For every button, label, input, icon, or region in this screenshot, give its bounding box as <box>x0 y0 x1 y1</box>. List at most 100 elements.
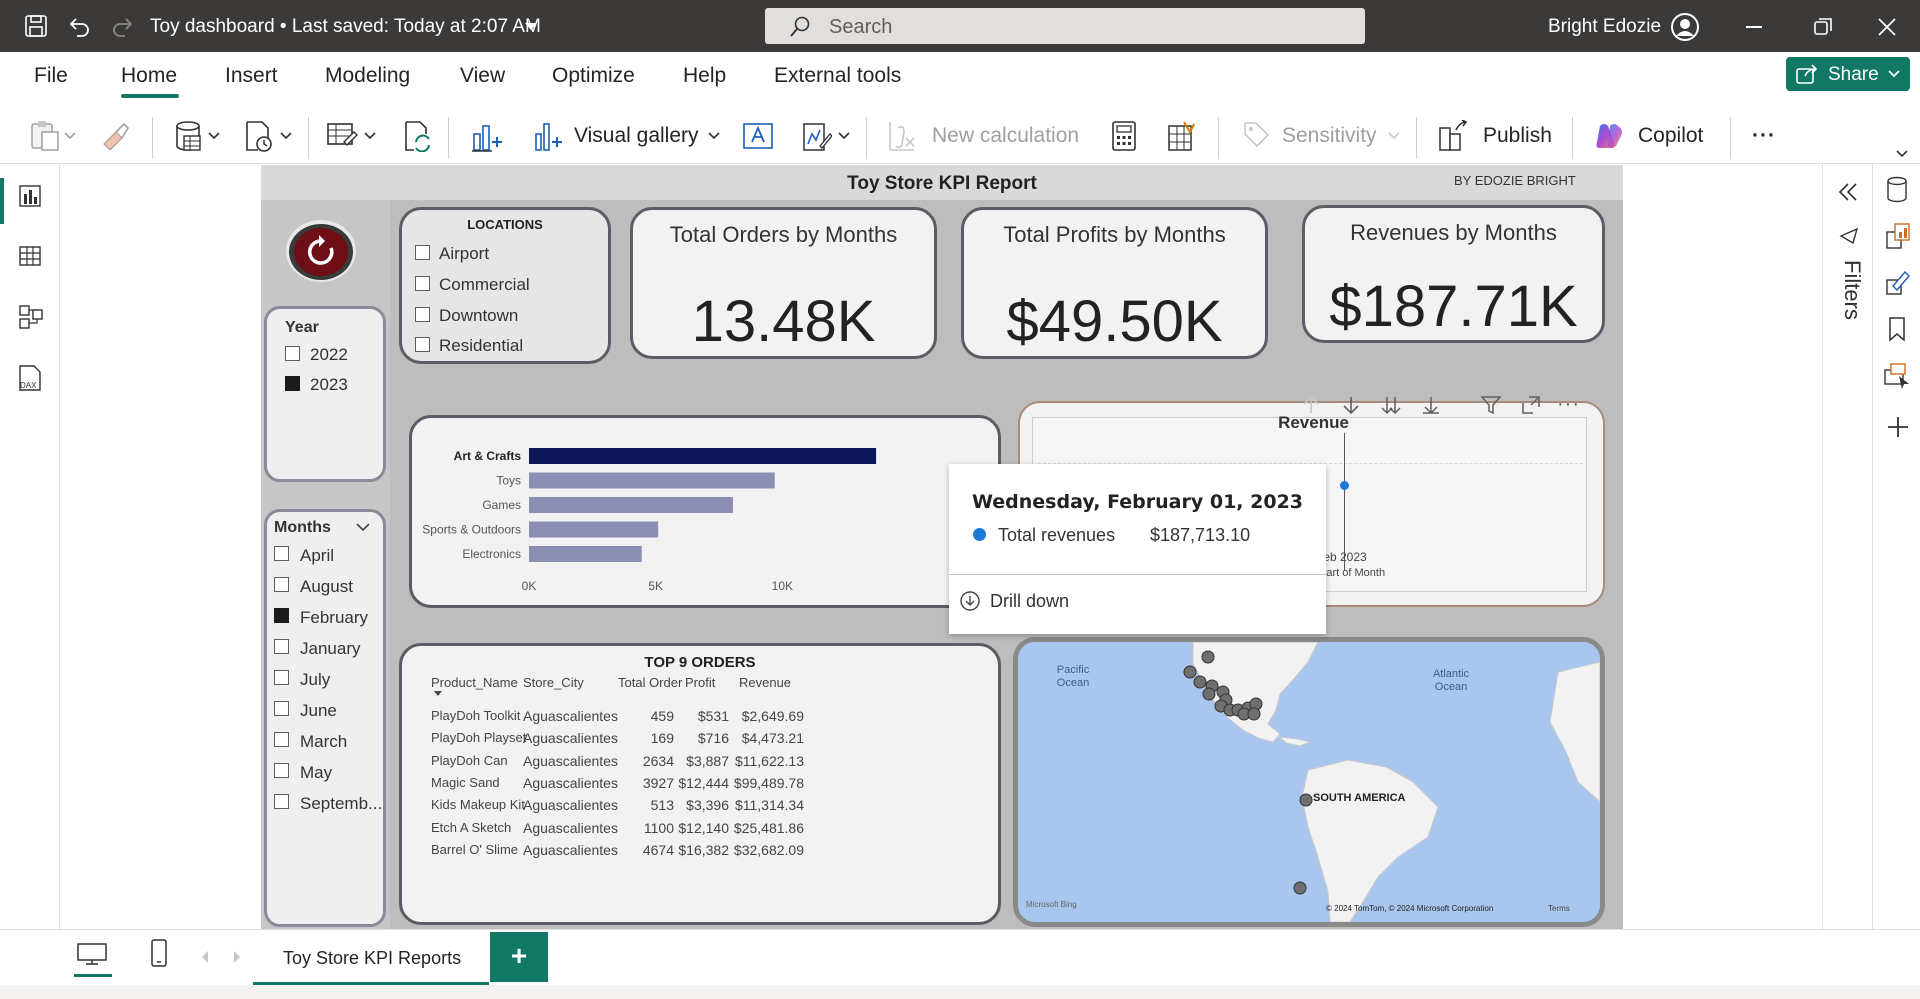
location-checkbox-residential[interactable] <box>415 337 430 352</box>
prev-page-icon[interactable] <box>200 950 210 964</box>
location-checkbox-commercial[interactable] <box>415 276 430 291</box>
new-visual-icon[interactable] <box>470 120 502 152</box>
chevron-down-icon[interactable] <box>838 132 850 140</box>
kpi-card-total-orders[interactable]: Total Orders by Months 13.48K <box>630 207 937 359</box>
bar[interactable] <box>529 448 877 464</box>
mobile-layout-icon[interactable] <box>150 938 168 968</box>
location-label[interactable]: Commercial <box>439 275 530 295</box>
chevron-down-icon[interactable] <box>280 132 292 140</box>
document-title[interactable]: Toy dashboard • Last saved: Today at 2:0… <box>150 16 541 38</box>
store-map[interactable]: Pacific Ocean Atlantic Ocean SOUTH AMERI… <box>1013 637 1605 927</box>
location-label[interactable]: Airport <box>439 244 489 264</box>
visual-gallery-icon[interactable] <box>532 120 562 152</box>
drill-down-button[interactable]: Drill down <box>990 591 1069 612</box>
publish-label[interactable]: Publish <box>1483 124 1552 148</box>
report-view-icon[interactable] <box>18 184 42 208</box>
data-pane-icon[interactable] <box>1885 176 1909 204</box>
bar[interactable] <box>529 546 642 562</box>
table-view-icon[interactable] <box>18 244 42 268</box>
month-label[interactable]: January <box>300 639 360 659</box>
month-label[interactable]: August <box>300 577 353 597</box>
menu-view[interactable]: View <box>460 64 505 88</box>
transform-data-icon[interactable] <box>326 120 358 150</box>
category-bar-chart[interactable]: Art & Crafts Toys Games Sports & Outdoors El… <box>409 415 1001 608</box>
desktop-layout-icon[interactable] <box>76 942 108 966</box>
month-checkbox-february[interactable] <box>274 608 289 623</box>
more-options-icon[interactable]: ··· <box>1557 393 1580 416</box>
close-icon[interactable] <box>1878 18 1896 36</box>
menu-modeling[interactable]: Modeling <box>325 64 410 88</box>
bar[interactable] <box>529 497 733 513</box>
column-header[interactable]: Total Order <box>618 675 682 690</box>
minimize-icon[interactable] <box>1746 26 1762 28</box>
column-header[interactable]: Store_City <box>523 675 584 690</box>
get-data-icon[interactable] <box>174 120 204 152</box>
publish-icon[interactable] <box>1438 120 1468 152</box>
bar[interactable] <box>529 521 659 538</box>
add-pane-icon[interactable] <box>1887 416 1909 438</box>
month-checkbox-may[interactable] <box>274 763 289 778</box>
chevron-down-icon[interactable] <box>356 523 370 532</box>
visual-gallery-label[interactable]: Visual gallery <box>574 124 699 148</box>
visualizations-pane-icon[interactable] <box>1885 222 1911 250</box>
year-label-2023[interactable]: 2023 <box>310 375 348 395</box>
column-header[interactable]: Product_Name <box>431 675 518 690</box>
copilot-label[interactable]: Copilot <box>1638 124 1703 148</box>
menu-help[interactable]: Help <box>683 64 726 88</box>
kpi-card-revenues[interactable]: Revenues by Months $187.71K <box>1302 205 1605 343</box>
bookmarks-pane-icon[interactable] <box>1887 316 1907 342</box>
focus-mode-icon[interactable] <box>1519 393 1543 417</box>
month-label[interactable]: May <box>300 763 332 783</box>
copilot-icon[interactable] <box>1594 122 1624 150</box>
location-checkbox-airport[interactable] <box>415 245 430 260</box>
menu-optimize[interactable]: Optimize <box>552 64 635 88</box>
chevron-down-icon[interactable] <box>64 132 76 140</box>
reset-button[interactable] <box>287 222 355 282</box>
chevron-down-icon[interactable] <box>708 132 720 140</box>
text-box-icon[interactable] <box>742 122 774 150</box>
model-view-icon[interactable] <box>18 304 44 330</box>
filters-label[interactable]: Filters <box>1829 260 1865 330</box>
format-painter-icon[interactable] <box>100 120 130 150</box>
map-terms-link[interactable]: Terms <box>1548 904 1570 913</box>
chevron-down-icon[interactable] <box>208 132 220 140</box>
filter-icon[interactable] <box>1479 393 1503 417</box>
chevron-down-icon[interactable] <box>364 132 376 140</box>
recent-sources-icon[interactable] <box>244 120 274 152</box>
refresh-icon[interactable] <box>402 120 432 152</box>
year-checkbox-2023[interactable] <box>285 376 300 391</box>
month-checkbox-june[interactable] <box>274 701 289 716</box>
location-checkbox-downtown[interactable] <box>415 307 430 322</box>
month-label[interactable]: April <box>300 546 334 566</box>
month-checkbox-july[interactable] <box>274 670 289 685</box>
month-label[interactable]: Septemb... <box>300 794 382 814</box>
more-options-button[interactable]: ··· <box>1752 124 1776 148</box>
redo-icon[interactable] <box>110 14 134 38</box>
format-pane-icon[interactable] <box>1885 268 1911 296</box>
quick-measure-icon[interactable] <box>1110 120 1138 152</box>
menu-home[interactable]: Home <box>121 64 177 88</box>
chevron-down-icon[interactable] <box>524 22 538 32</box>
page-tab-toy-store-kpi-reports[interactable]: Toy Store KPI Reports <box>253 930 489 986</box>
month-label[interactable]: July <box>300 670 330 690</box>
search-box[interactable]: Search <box>765 8 1365 44</box>
selection-pane-icon[interactable] <box>1883 362 1911 390</box>
next-level-icon[interactable] <box>1379 393 1403 417</box>
year-label-2022[interactable]: 2022 <box>310 345 348 365</box>
share-button[interactable]: Share <box>1786 57 1910 91</box>
filter-pin-icon[interactable] <box>1839 226 1859 246</box>
menu-file[interactable]: File <box>34 64 68 88</box>
column-header[interactable]: Revenue <box>739 675 791 690</box>
month-label[interactable]: June <box>300 701 337 721</box>
dax-query-icon[interactable] <box>1166 120 1196 152</box>
bar[interactable] <box>529 472 775 489</box>
chevron-down-icon[interactable] <box>1896 150 1908 158</box>
drill-up-icon[interactable] <box>1299 393 1323 417</box>
kpi-card-total-profits[interactable]: Total Profits by Months $49.50K <box>961 207 1268 359</box>
save-icon[interactable] <box>24 14 48 38</box>
dax-query-view-icon[interactable]: DAX <box>16 364 44 392</box>
restore-icon[interactable] <box>1814 18 1832 36</box>
expand-hierarchy-icon[interactable] <box>1419 393 1443 417</box>
menu-external-tools[interactable]: External tools <box>774 64 901 88</box>
undo-icon[interactable] <box>68 14 92 38</box>
